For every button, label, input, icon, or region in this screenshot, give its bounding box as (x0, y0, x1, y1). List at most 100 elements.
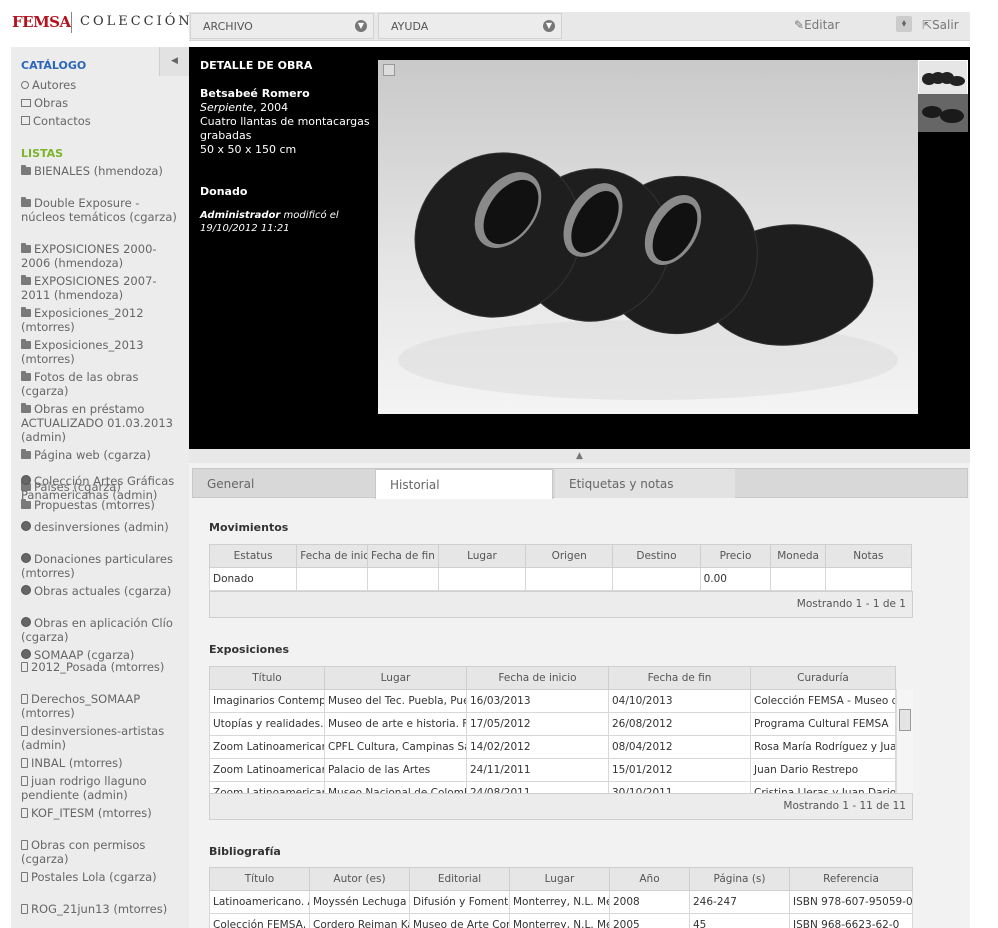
column-header[interactable]: Título (209, 666, 325, 690)
column-header[interactable]: Lugar (324, 666, 467, 690)
chevron-down-icon: ▼ (355, 20, 367, 32)
column-header[interactable]: Lugar (509, 867, 610, 891)
table-cell: ISBN 968-6623-62-0 (789, 913, 913, 928)
column-header[interactable]: Notas (824, 544, 913, 568)
scrollbar[interactable] (896, 689, 913, 793)
table-row[interactable]: Zoom Latinoamericano. ColPalacio de las … (209, 758, 896, 782)
sidebar-list-item[interactable]: KOF_ITESM (mtorres) (21, 806, 181, 820)
column-header[interactable]: Fecha de inicio (296, 544, 369, 568)
artist-name[interactable]: Betsabeé Romero (200, 87, 310, 100)
select-photo-checkbox[interactable] (383, 64, 395, 76)
movimientos-title: Movimientos (209, 521, 289, 534)
column-header[interactable]: Curaduría (750, 666, 896, 690)
table-cell (367, 567, 439, 591)
sidebar-list-item[interactable]: Postales Lola (cgarza) (21, 870, 181, 884)
bibliografia-scroll-area[interactable]: Título Autor (es) Editorial Lugar Año Página … (209, 867, 913, 928)
sidebar-list-item[interactable]: Obras en préstamo ACTUALIZADO 01.03.2013… (21, 402, 181, 444)
table-row[interactable]: Colección FEMSA, unaCordero Reiman KareM… (209, 913, 913, 928)
column-header[interactable]: Referencia (789, 867, 913, 891)
table-cell (824, 567, 913, 591)
photo-thumbnail-2[interactable] (918, 94, 968, 132)
folder-icon (21, 275, 31, 285)
sidebar-list-item[interactable]: EXPOSICIONES 2000-2006 (hmendoza) (21, 242, 181, 270)
table-row[interactable]: Utopías y realidades. ArteMuseo de arte … (209, 712, 896, 736)
table-row[interactable]: Latinoamericano. ArteMoyssén Lechuga Fra… (209, 890, 913, 914)
sidebar-item-autores[interactable]: Autores (21, 78, 181, 92)
folder-icon (21, 371, 31, 381)
column-header[interactable]: Origen (525, 544, 614, 568)
sidebar-list-item[interactable]: BIENALES (hmendoza) (21, 164, 181, 178)
column-header[interactable]: Fecha de fin (367, 544, 439, 568)
column-header[interactable]: Precio (699, 544, 772, 568)
table-cell: Juan Dario Restrepo (750, 758, 896, 782)
tab-etiquetas[interactable]: Etiquetas y notas (555, 469, 735, 498)
sidebar-list-item[interactable]: desinversiones-artistas (admin) (21, 724, 181, 752)
column-header[interactable]: Autor (es) (309, 867, 410, 891)
sidebar-list-item[interactable]: juan rodrigo llaguno pendiente (admin) (21, 774, 181, 802)
sidebar-list-item[interactable]: Colección Artes Gráficas Panamericanas (… (21, 474, 181, 502)
logo-divider (71, 12, 72, 33)
sidebar-list-item[interactable]: Exposiciones_2013 (mtorres) (21, 338, 181, 366)
column-header[interactable]: Fecha de fin (608, 666, 751, 690)
ayuda-menu[interactable]: AYUDA ▼ (378, 13, 562, 39)
table-row[interactable]: Zoom Latinoamericano. ColMuseo Nacional … (209, 781, 896, 793)
sidebar-list-item[interactable]: Donaciones particulares (mtorres) (21, 552, 181, 580)
column-header[interactable]: Página (s) (689, 867, 790, 891)
photo-thumbnail-1[interactable] (918, 60, 968, 98)
sidebar-list-label: Obras en préstamo ACTUALIZADO 01.03.2013… (21, 402, 173, 444)
column-header[interactable]: Editorial (409, 867, 510, 891)
editar-button[interactable]: ✎Editar (794, 18, 840, 32)
table-row[interactable]: Donado 0.00 (208, 567, 913, 591)
table-cell: 16/03/2013 (466, 689, 609, 713)
salir-label: Salir (932, 18, 959, 32)
table-cell: Zoom Latinoamericano. Col (209, 781, 325, 793)
column-header[interactable]: Año (609, 867, 690, 891)
column-header[interactable]: Moneda (770, 544, 826, 568)
table-cell: Rosa María Rodríguez y Juan Dario (750, 735, 896, 759)
tag-icon[interactable]: ⬧ (896, 16, 912, 32)
artwork-photo[interactable] (378, 60, 918, 414)
table-cell: Zoom Latinoamericano. Col (209, 735, 325, 759)
sidebar-list-item[interactable]: INBAL (mtorres) (21, 756, 181, 770)
column-header[interactable]: Lugar (437, 544, 527, 568)
exposiciones-scroll-area[interactable]: Título Lugar Fecha de inicio Fecha de fin Cu… (209, 666, 913, 793)
table-row[interactable]: Imaginarios ContemporáneosMuseo del Tec.… (209, 689, 896, 713)
archivo-menu[interactable]: ARCHIVO ▼ (190, 13, 374, 39)
salir-button[interactable]: ⇱Salir (922, 18, 959, 32)
table-cell: 17/05/2012 (466, 712, 609, 736)
table-cell: Imaginarios Contemporáneos (209, 689, 325, 713)
column-header[interactable]: Destino (612, 544, 701, 568)
sidebar-item-obras[interactable]: Obras (21, 96, 181, 110)
movimientos-footer: Mostrando 1 - 1 de 1 (209, 591, 913, 618)
tab-historial[interactable]: Historial (375, 469, 553, 499)
exposiciones-table: Título Lugar Fecha de inicio Fecha de fin Cu… (209, 666, 896, 793)
column-header[interactable]: Estatus (208, 544, 298, 568)
sidebar-list-item[interactable]: Derechos_SOMAAP (mtorres) (21, 692, 181, 720)
sidebar-list-item[interactable]: Obras en aplicación Clío (cgarza) (21, 616, 181, 644)
sidebar-list-item[interactable]: Exposiciones_2012 (mtorres) (21, 306, 181, 334)
sidebar-list-item[interactable]: Fotos de las obras (cgarza) (21, 370, 181, 398)
sidebar-list-item[interactable]: Página web (cgarza) (21, 448, 181, 462)
sidebar-list-label: Obras en aplicación Clío (cgarza) (21, 616, 173, 644)
sidebar-list-item[interactable]: Double Exposure - núcleos temáticos (cga… (21, 196, 181, 224)
tab-general[interactable]: General (193, 469, 373, 498)
column-header[interactable]: Título (209, 867, 310, 891)
sidebar-list-item[interactable]: Obras actuales (cgarza) (21, 584, 181, 598)
top-toolbar: ARCHIVO ▼ AYUDA ▼ (189, 12, 970, 41)
collapse-sidebar-icon[interactable]: ◀ (159, 47, 189, 76)
table-row[interactable]: Zoom Latinoamericano. ColCPFL Cultura, C… (209, 735, 896, 759)
table-cell: Museo de Arte Conte (409, 913, 510, 928)
table-cell: 2008 (609, 890, 690, 914)
sidebar-list-item[interactable]: EXPOSICIONES 2007-2011 (hmendoza) (21, 274, 181, 302)
sidebar-list-item[interactable]: ROG_21jun13 (mtorres) (21, 902, 181, 916)
scrollbar-thumb[interactable] (899, 709, 911, 731)
table-cell: 24/11/2011 (466, 758, 609, 782)
sidebar-list-item[interactable]: 2012_Posada (mtorres) (21, 660, 181, 674)
femsa-logo[interactable]: FEMSA (12, 13, 71, 31)
column-header[interactable]: Fecha de inicio (466, 666, 609, 690)
sidebar-list-item[interactable]: Obras con permisos (cgarza) (21, 838, 181, 866)
expand-collapse-icon[interactable]: ▲ (189, 449, 970, 463)
sidebar-list-item[interactable]: desinversiones (admin) (21, 520, 181, 534)
table-cell: 24/08/2011 (466, 781, 609, 793)
sidebar-item-contactos[interactable]: Contactos (21, 114, 181, 128)
